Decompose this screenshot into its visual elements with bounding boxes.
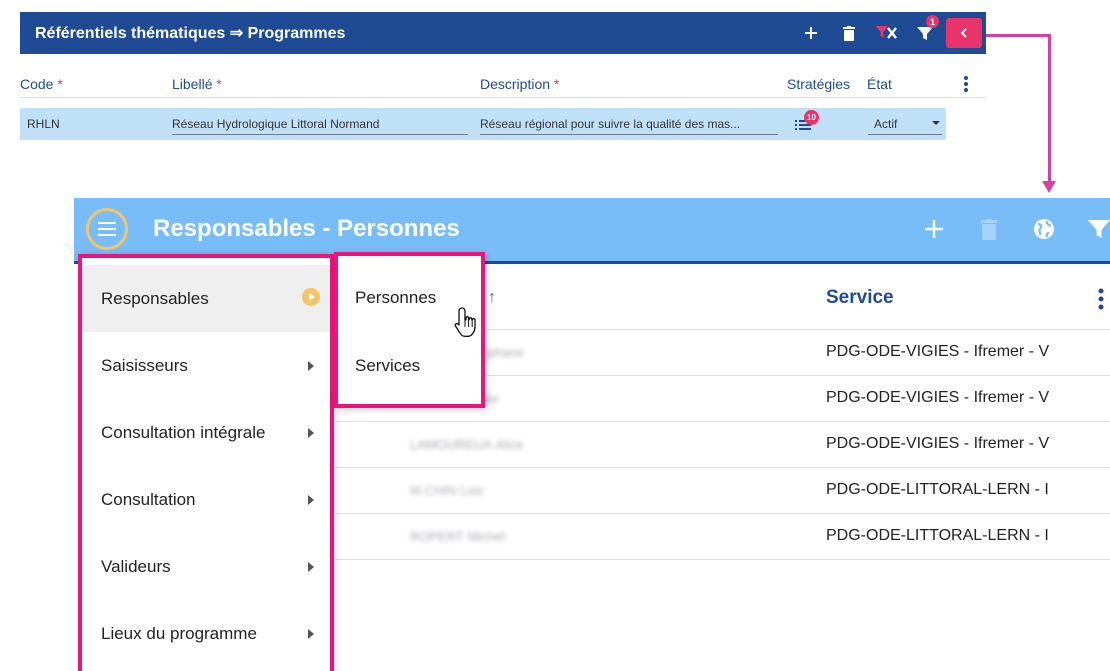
cell-service: PDG-ODE-VIGIES - Ifremer - V [826, 343, 1050, 360]
column-description[interactable]: Description * [480, 76, 559, 92]
delete-button[interactable] [830, 12, 868, 54]
menu-icon [98, 222, 116, 236]
connector-arrowhead [1042, 181, 1056, 193]
row-divider [330, 513, 1110, 514]
menu-button[interactable] [86, 208, 128, 250]
cell-service: PDG-ODE-VIGIES - Ifremer - V [826, 389, 1050, 406]
row-divider [330, 467, 1110, 468]
clear-filter-icon [876, 26, 897, 39]
trash-icon [843, 25, 855, 41]
menu-item-label: Valideurs [101, 556, 171, 576]
menu-item-saisisseurs[interactable]: Saisisseurs [82, 332, 330, 399]
cell-libelle-input[interactable]: Réseau Hydrologique Littoral Normand [172, 117, 468, 135]
etat-value: Actif [874, 117, 898, 131]
column-service[interactable]: Service [826, 287, 894, 309]
menu-item-label: Consultation [101, 489, 196, 509]
chevron-right-icon [308, 361, 314, 371]
menu-item-label: Responsables [101, 288, 209, 308]
connector-line [986, 34, 1051, 37]
column-strategies[interactable]: Stratégies [787, 76, 850, 92]
cell-name-redacted: ROPERT Michel [410, 528, 505, 544]
plus-icon [805, 27, 817, 39]
menu-item-lieux-du-programme[interactable]: Lieux du programme [82, 600, 330, 667]
menu-item-label: Consultation intégrale [101, 422, 266, 442]
menu-item-consultation[interactable]: Consultation [82, 466, 330, 533]
clear-filter-button[interactable] [868, 12, 906, 54]
menu-item-label: Saisisseurs [101, 355, 188, 375]
chevron-right-icon [308, 562, 314, 572]
hand-pointer-icon [454, 307, 476, 337]
filter-icon [1087, 220, 1110, 238]
filter-count-badge: 1 [926, 15, 939, 28]
toolbar-actions [906, 212, 1110, 246]
side-menu: Responsables Saisisseurs Consultation in… [78, 254, 334, 671]
globe-icon [1033, 219, 1054, 239]
cell-service: PDG-ODE-VIGIES - Ifremer - V [826, 435, 1050, 452]
plus-icon [924, 220, 943, 238]
more-vert-icon[interactable] [1097, 288, 1105, 310]
programmes-table-header: Code * Libellé * Description * Stratégie… [20, 54, 986, 98]
cell-name-redacted: M.CHIN Loïc [410, 482, 485, 498]
cell-service: PDG-ODE-LITTORAL-LERN - I [826, 481, 1049, 498]
cell-name-redacted: LAMOUREUX Alice [410, 436, 524, 452]
column-code[interactable]: Code * [20, 76, 63, 92]
menu-item-consultation-integrale[interactable]: Consultation intégrale [82, 399, 330, 466]
row-divider [330, 421, 1110, 422]
delete-button[interactable] [961, 212, 1016, 246]
chevron-right-icon [308, 495, 314, 505]
etat-select[interactable]: Actif [868, 117, 942, 135]
page-title: Référentiels thématiques ⇒ Programmes [35, 25, 346, 42]
collapse-panel-button[interactable] [946, 18, 982, 48]
add-button[interactable] [792, 12, 830, 54]
strategies-count-badge: 10 [804, 110, 819, 125]
row-divider [330, 559, 1110, 560]
submenu-item-services[interactable]: Services [338, 336, 481, 396]
trash-icon [980, 218, 997, 240]
table-row[interactable]: RHLN Réseau Hydrologique Littoral Norman… [20, 108, 946, 140]
submenu-open-icon [302, 288, 320, 306]
add-button[interactable] [906, 212, 961, 246]
chevron-right-icon [308, 629, 314, 639]
filter-button[interactable] [1071, 212, 1110, 246]
chevron-right-icon [308, 428, 314, 438]
filter-button[interactable]: 1 [906, 12, 944, 54]
cell-service: PDG-ODE-LITTORAL-LERN - I [826, 527, 1049, 544]
column-etat[interactable]: État [867, 76, 892, 92]
dropdown-arrow-icon [932, 121, 940, 125]
page-title: Responsables - Personnes [153, 215, 460, 242]
globe-button[interactable] [1016, 212, 1071, 246]
cell-code: RHLN [27, 117, 60, 131]
toolbar-actions: 1 [792, 12, 986, 54]
more-vert-icon[interactable] [958, 74, 974, 94]
programmes-toolbar: Référentiels thématiques ⇒ Programmes 1 [20, 12, 986, 54]
column-libelle[interactable]: Libellé * [172, 76, 222, 92]
menu-item-valideurs[interactable]: Valideurs [82, 533, 330, 600]
collapse-left-icon [960, 28, 967, 38]
menu-item-responsables[interactable]: Responsables [82, 265, 330, 332]
sort-asc-icon[interactable]: ↑ [488, 289, 496, 307]
connector-line [1048, 34, 1051, 182]
cell-description-input[interactable]: Réseau régional pour suivre la qualité d… [480, 117, 778, 135]
menu-item-label: Lieux du programme [101, 623, 257, 643]
